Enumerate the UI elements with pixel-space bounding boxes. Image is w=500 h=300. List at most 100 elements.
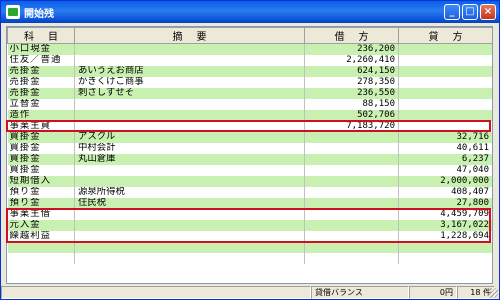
title-bar[interactable]: 開始残 _ □ ×	[1, 1, 499, 23]
table-row[interactable]: 売掛金 刺さしすせそ 236,550	[7, 87, 492, 99]
cell-tekiyo[interactable]	[74, 43, 305, 55]
cell-kashi[interactable]	[398, 87, 492, 99]
table-row[interactable]: 買掛金 丸山倉庫 6,237	[7, 153, 492, 165]
table-row[interactable]: 買掛金 中村会計 40,611	[7, 142, 492, 154]
cell-kamoku[interactable]: 事業主借	[7, 208, 75, 220]
cell-tekiyo[interactable]: 丸山倉庫	[74, 153, 305, 165]
cell-kamoku[interactable]: 買掛金	[7, 153, 75, 165]
table-row[interactable]: 小口現金 236,200	[7, 43, 492, 55]
cell-tekiyo[interactable]	[74, 120, 305, 132]
cell-tekiyo[interactable]	[74, 98, 305, 110]
cell-kamoku[interactable]: 預り金	[7, 197, 75, 209]
cell-tekiyo[interactable]	[74, 219, 305, 231]
table-row[interactable]: 繰越利益 1,228,694	[7, 230, 492, 242]
cell-kari[interactable]	[304, 131, 399, 143]
table-row[interactable]: 元入金 3,167,022	[7, 219, 492, 231]
table-row[interactable]: 買掛金 アスクル 32,716	[7, 131, 492, 143]
cell-kari[interactable]: 88,150	[304, 98, 399, 110]
cell-kari[interactable]	[304, 186, 399, 198]
cell-kamoku[interactable]	[7, 241, 75, 253]
table-row[interactable]: 預り金 住民税 27,800	[7, 197, 492, 209]
cell-kashi[interactable]	[398, 241, 492, 253]
cell-tekiyo[interactable]	[74, 175, 305, 187]
header-kashi[interactable]: 貸方	[398, 27, 492, 44]
cell-kari[interactable]	[304, 175, 399, 187]
cell-tekiyo[interactable]	[74, 164, 305, 176]
cell-kashi[interactable]	[398, 252, 492, 264]
cell-kari[interactable]: 502,706	[304, 109, 399, 121]
table-row[interactable]: 造作 502,706	[7, 109, 492, 121]
table-row[interactable]: 事業主貸 7,183,720	[7, 120, 492, 132]
cell-kashi[interactable]	[398, 43, 492, 55]
cell-tekiyo[interactable]: アスクル	[74, 131, 305, 143]
cell-kamoku[interactable]: 繰越利益	[7, 230, 75, 242]
table-row[interactable]: 住友／普通 2,260,410	[7, 54, 492, 66]
cell-kari[interactable]: 278,350	[304, 76, 399, 88]
cell-kari[interactable]	[304, 252, 399, 264]
balance-grid[interactable]: 科目 摘要 借方 貸方 小口現金 236,200 住友／普通 2,260,410 売掛金…	[6, 26, 493, 284]
cell-kamoku[interactable]: 預り金	[7, 186, 75, 198]
cell-kashi[interactable]: 3,167,022	[398, 219, 492, 231]
cell-kari[interactable]: 7,183,720	[304, 120, 399, 132]
cell-kamoku[interactable]: 小口現金	[7, 43, 75, 55]
cell-kamoku[interactable]: 事業主貸	[7, 120, 75, 132]
cell-kashi[interactable]: 32,716	[398, 131, 492, 143]
cell-kashi[interactable]: 408,407	[398, 186, 492, 198]
cell-tekiyo[interactable]: あいうえお商店	[74, 65, 305, 77]
cell-kamoku[interactable]: 短期借入	[7, 175, 75, 187]
cell-kashi[interactable]: 47,040	[398, 164, 492, 176]
cell-kamoku[interactable]: 買掛金	[7, 142, 75, 154]
cell-kamoku[interactable]: 買掛金	[7, 164, 75, 176]
cell-kashi[interactable]: 6,237	[398, 153, 492, 165]
cell-kamoku[interactable]: 立替金	[7, 98, 75, 110]
cell-tekiyo[interactable]	[74, 241, 305, 253]
cell-kari[interactable]	[304, 208, 399, 220]
cell-kari[interactable]	[304, 164, 399, 176]
cell-tekiyo[interactable]	[74, 230, 305, 242]
cell-kari[interactable]	[304, 197, 399, 209]
cell-kamoku[interactable]: 売掛金	[7, 87, 75, 99]
table-row[interactable]: 立替金 88,150	[7, 98, 492, 110]
cell-kari[interactable]	[304, 241, 399, 253]
cell-kashi[interactable]	[398, 54, 492, 66]
cell-tekiyo[interactable]	[74, 109, 305, 121]
cell-kari[interactable]	[304, 142, 399, 154]
cell-tekiyo[interactable]	[74, 208, 305, 220]
minimize-button[interactable]: _	[444, 4, 460, 20]
table-row[interactable]: 事業主借 4,459,709	[7, 208, 492, 220]
cell-kashi[interactable]: 2,000,000	[398, 175, 492, 187]
table-row[interactable]: 短期借入 2,000,000	[7, 175, 492, 187]
cell-kari[interactable]: 236,550	[304, 87, 399, 99]
table-row[interactable]	[7, 252, 492, 264]
cell-kashi[interactable]: 4,459,709	[398, 208, 492, 220]
cell-tekiyo[interactable]: 中村会計	[74, 142, 305, 154]
cell-kamoku[interactable]: 売掛金	[7, 65, 75, 77]
table-row[interactable]: 売掛金 あいうえお商店 624,150	[7, 65, 492, 77]
cell-kashi[interactable]	[398, 109, 492, 121]
maximize-button[interactable]: □	[462, 4, 478, 20]
cell-kashi[interactable]	[398, 98, 492, 110]
table-row[interactable]: 預り金 源泉所得税 408,407	[7, 186, 492, 198]
cell-tekiyo[interactable]	[74, 252, 305, 264]
cell-kashi[interactable]	[398, 65, 492, 77]
header-kamoku[interactable]: 科目	[7, 27, 75, 44]
cell-kashi[interactable]: 1,228,694	[398, 230, 492, 242]
cell-kamoku[interactable]: 元入金	[7, 219, 75, 231]
cell-kari[interactable]	[304, 153, 399, 165]
header-kari[interactable]: 借方	[304, 27, 399, 44]
cell-kari[interactable]	[304, 230, 399, 242]
cell-kari[interactable]	[304, 219, 399, 231]
cell-tekiyo[interactable]: 住民税	[74, 197, 305, 209]
resize-grip[interactable]	[488, 288, 498, 298]
cell-kamoku[interactable]: 住友／普通	[7, 54, 75, 66]
cell-kashi[interactable]	[398, 76, 492, 88]
cell-kari[interactable]: 2,260,410	[304, 54, 399, 66]
cell-tekiyo[interactable]: 源泉所得税	[74, 186, 305, 198]
table-row[interactable]	[7, 241, 492, 253]
table-row[interactable]: 買掛金 47,040	[7, 164, 492, 176]
cell-kamoku[interactable]	[7, 252, 75, 264]
cell-kamoku[interactable]: 売掛金	[7, 76, 75, 88]
cell-kari[interactable]: 236,200	[304, 43, 399, 55]
table-row[interactable]: 売掛金 かきくけこ商事 278,350	[7, 76, 492, 88]
cell-tekiyo[interactable]: 刺さしすせそ	[74, 87, 305, 99]
